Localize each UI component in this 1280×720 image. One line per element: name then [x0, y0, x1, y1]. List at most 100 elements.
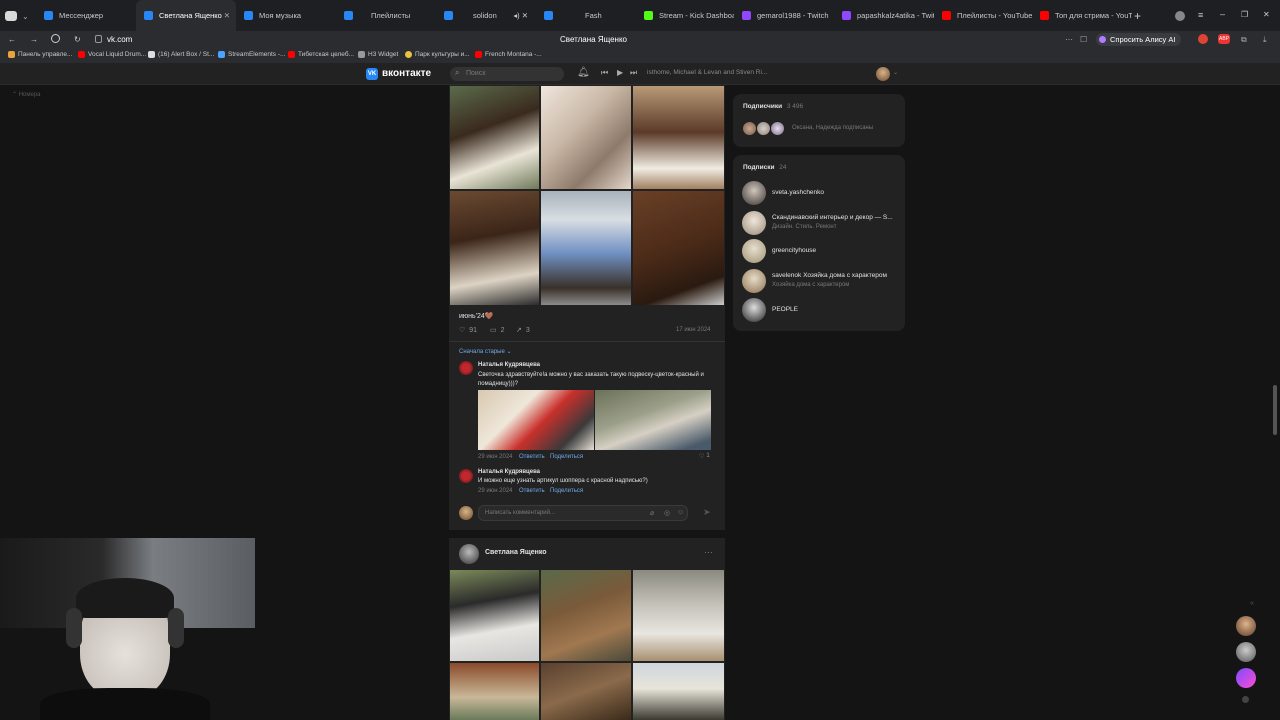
- like-button[interactable]: ♡ 91: [459, 326, 477, 335]
- chevron-down-icon[interactable]: ⌄: [893, 69, 898, 76]
- camera-icon[interactable]: ◎: [664, 509, 670, 517]
- forward-icon[interactable]: →: [30, 35, 38, 44]
- menu-icon[interactable]: ≡: [1198, 10, 1203, 20]
- tab-messenger[interactable]: Мессенджер: [36, 0, 136, 31]
- comment-photo[interactable]: [478, 390, 594, 450]
- browser-menu-icon[interactable]: [5, 11, 17, 21]
- minimize-icon[interactable]: –: [1220, 9, 1225, 19]
- subscription-name[interactable]: Скандинавский интерьер и декор — S...: [772, 214, 893, 221]
- chat-avatar[interactable]: [1236, 616, 1256, 636]
- tabs-dropdown-icon[interactable]: ⌄: [22, 12, 29, 21]
- url-field[interactable]: vk.com: [107, 35, 132, 44]
- vk-logo-text[interactable]: вконтакте: [382, 68, 431, 79]
- subscription-avatar[interactable]: [742, 211, 766, 235]
- site-info-icon[interactable]: [95, 35, 102, 43]
- comment-input[interactable]: Написать комментарий... ⌀ ◎ ☺: [478, 505, 688, 521]
- tab-svetlana[interactable]: Светлана Ященко ✕: [136, 0, 236, 31]
- subscription-name[interactable]: sveta.yashchenko: [772, 189, 824, 196]
- bookmark-item[interactable]: Vocal Liquid Drum...: [78, 51, 146, 58]
- post-photo[interactable]: [541, 663, 631, 720]
- scrollbar-thumb[interactable]: [1273, 385, 1277, 435]
- subscription-avatar[interactable]: [742, 181, 766, 205]
- subscription-avatar[interactable]: [742, 269, 766, 293]
- post-photo[interactable]: [450, 86, 539, 189]
- reload-icon[interactable]: ↻: [74, 35, 81, 44]
- post-photo[interactable]: [450, 663, 539, 720]
- notifications-icon[interactable]: 🔔︎: [577, 67, 590, 78]
- follower-avatar[interactable]: [770, 121, 785, 136]
- sort-comments[interactable]: Сначала старые ⌄: [459, 348, 512, 355]
- chat-avatar[interactable]: [1236, 642, 1256, 662]
- commenter-avatar[interactable]: [459, 469, 473, 483]
- subs-header[interactable]: Подписки 24: [743, 164, 787, 171]
- close-tab-icon[interactable]: ✕: [224, 11, 230, 20]
- close-window-icon[interactable]: ✕: [1263, 10, 1270, 19]
- follower-avatar[interactable]: [756, 121, 771, 136]
- attach-icon[interactable]: ⌀: [650, 509, 654, 517]
- post-author[interactable]: Светлана Ященко: [485, 549, 547, 556]
- bookmark-item[interactable]: StreamElements -...: [218, 51, 285, 58]
- post-photo[interactable]: [541, 570, 631, 661]
- subscription-name[interactable]: PEOPLE: [772, 306, 798, 313]
- subscription-avatar[interactable]: [742, 298, 766, 322]
- subscription-avatar[interactable]: [742, 239, 766, 263]
- post-photo[interactable]: [450, 191, 539, 305]
- left-hint[interactable]: ⌃ Номера: [12, 91, 41, 98]
- adblock-icon[interactable]: ABP: [1218, 34, 1230, 44]
- new-tab-icon[interactable]: +: [1134, 9, 1141, 23]
- chat-avatar[interactable]: [1236, 668, 1256, 688]
- commenter-avatar[interactable]: [459, 361, 473, 375]
- send-icon[interactable]: ➤: [703, 507, 711, 518]
- bookmark-item[interactable]: Тибетская целеб...: [288, 51, 354, 58]
- bookmark-item[interactable]: French Montana -...: [475, 51, 542, 58]
- tab-kick[interactable]: Stream - Kick Dashboard: [636, 0, 734, 31]
- share-comment-button[interactable]: Поделиться: [550, 454, 583, 460]
- post-photo[interactable]: [633, 86, 724, 189]
- post-photo[interactable]: [541, 86, 631, 189]
- reply-button[interactable]: Ответить: [519, 454, 545, 460]
- tab-twitch-1[interactable]: gemarol1988 - Twitch: [734, 0, 834, 31]
- profile-icon[interactable]: [1175, 11, 1185, 21]
- tab-twitch-2[interactable]: papashkalz4atika - Twitch: [834, 0, 934, 31]
- tab-youtube-1[interactable]: Плейлисты - YouTube: [934, 0, 1032, 31]
- comment-author[interactable]: Наталья Кудрявцева: [478, 362, 540, 368]
- comment-button[interactable]: ▭ 2: [490, 326, 505, 335]
- more-options-icon[interactable]: ⋯: [704, 547, 713, 558]
- maximize-icon[interactable]: ❐: [1241, 10, 1248, 19]
- search-input[interactable]: ⌕ Поиск: [450, 67, 564, 81]
- post-date[interactable]: 17 июн 2024: [676, 327, 711, 333]
- follower-avatar[interactable]: [742, 121, 757, 136]
- mute-and-close-icon[interactable]: ◂) ✕: [513, 11, 528, 20]
- collapse-icon[interactable]: «: [1250, 600, 1254, 607]
- bookmark-item[interactable]: Панель управле...: [8, 51, 72, 58]
- back-icon[interactable]: ←: [8, 35, 16, 44]
- author-avatar[interactable]: [459, 544, 479, 564]
- tab-fash[interactable]: Fash: [536, 0, 636, 31]
- bookmark-icon[interactable]: ☐: [1080, 35, 1087, 44]
- next-track-icon[interactable]: ⏭︎: [630, 68, 637, 78]
- subscription-name[interactable]: savelenok Хозяйка дома с характером: [772, 272, 887, 279]
- more-chats-icon[interactable]: [1242, 696, 1249, 703]
- home-icon[interactable]: [51, 34, 60, 43]
- reply-button[interactable]: Ответить: [519, 488, 545, 494]
- post-photo[interactable]: [450, 570, 539, 661]
- tab-playlists[interactable]: Плейлисты: [336, 0, 436, 31]
- post-photo[interactable]: [633, 663, 724, 720]
- play-icon[interactable]: ▶︎: [617, 68, 623, 77]
- post-photo[interactable]: [633, 570, 724, 661]
- comment-like-button[interactable]: ♡ 1: [699, 453, 710, 460]
- post-photo[interactable]: [633, 191, 724, 305]
- alice-button[interactable]: Спросить Алису AI: [1096, 33, 1182, 46]
- tab-youtube-2[interactable]: Топ для стрима - YouTube: [1032, 0, 1132, 31]
- download-icon[interactable]: ⤓: [1263, 35, 1267, 45]
- vk-logo-icon[interactable]: VK: [366, 68, 378, 80]
- more-icon[interactable]: ⋯: [1065, 35, 1073, 44]
- tab-music[interactable]: Моя музыка: [236, 0, 336, 31]
- collections-icon[interactable]: ⧉: [1241, 35, 1247, 45]
- share-comment-button[interactable]: Поделиться: [550, 488, 583, 494]
- share-button[interactable]: ↗ 3: [516, 326, 530, 335]
- comment-author[interactable]: Наталья Кудрявцева: [478, 469, 540, 475]
- tab-solidon[interactable]: solidon ◂) ✕: [436, 0, 536, 31]
- player-track[interactable]: isthome, Michael & Levan and Stiven Ri..…: [647, 69, 767, 76]
- prev-track-icon[interactable]: ⏮︎: [601, 68, 608, 78]
